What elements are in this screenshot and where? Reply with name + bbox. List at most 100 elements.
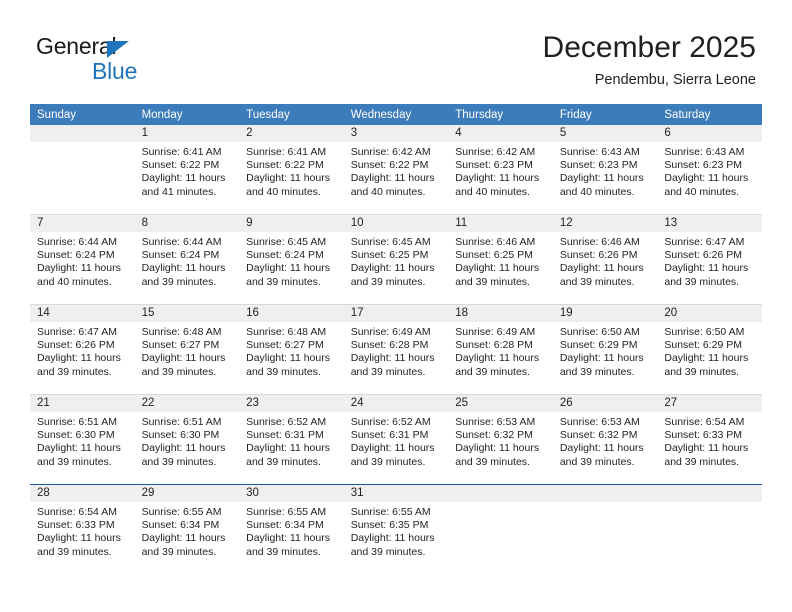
daylight-line-2: and 39 minutes. <box>664 275 740 288</box>
calendar-day-cell[interactable]: 18 Sunrise: 6:49 AM Sunset: 6:28 PM Dayligh… <box>448 304 553 395</box>
daylight-line-2: and 39 minutes. <box>37 545 112 558</box>
sunrise-line: Sunrise: 6:53 AM <box>559 416 640 428</box>
calendar-day-cell[interactable]: 16 Sunrise: 6:48 AM Sunset: 6:27 PM Dayligh… <box>239 304 344 395</box>
sunrise-sunset-calendar: Sunday Monday Tuesday Wednesday Thursday Frid… <box>30 104 762 574</box>
day-details: Sunrise: 6:45 AM Sunset: 6:25 PM Daylight:… <box>344 232 449 289</box>
sunset-line: Sunset: 6:25 PM <box>455 249 533 262</box>
day-cell-inner: 19 Sunrise: 6:50 AM Sunset: 6:29 PM Dayligh… <box>552 305 658 394</box>
calendar-day-cell[interactable]: 1 Sunrise: 6:41 AM Sunset: 6:22 PM Daylight… <box>134 125 240 215</box>
daylight-line-1: Daylight: 11 hours <box>664 352 749 365</box>
daylight-line-2: and 39 minutes. <box>141 275 217 288</box>
sunrise-line: Sunrise: 6:52 AM <box>246 416 327 428</box>
calendar-day-cell[interactable]: 13 Sunrise: 6:47 AM Sunset: 6:26 PM Dayligh… <box>657 214 762 305</box>
calendar-day-cell[interactable]: 22 Sunrise: 6:51 AM Sunset: 6:30 PM Dayligh… <box>134 394 240 485</box>
calendar-day-cell[interactable]: 7 Sunrise: 6:44 AM Sunset: 6:24 PM Daylight… <box>30 214 135 305</box>
daylight-line-1: Daylight: 11 hours <box>37 442 121 455</box>
calendar-day-cell[interactable]: 6 Sunrise: 6:43 AM Sunset: 6:23 PM Daylight… <box>657 125 762 215</box>
sunset-line: Sunset: 6:26 PM <box>559 249 638 262</box>
day-details: Sunrise: 6:47 AM Sunset: 6:26 PM Daylight:… <box>657 232 762 289</box>
calendar-day-cell[interactable]: 10 Sunrise: 6:45 AM Sunset: 6:25 PM Dayligh… <box>343 214 449 305</box>
sunrise-line: Sunrise: 6:52 AM <box>350 416 431 428</box>
calendar-day-cell[interactable]: 24 Sunrise: 6:52 AM Sunset: 6:31 PM Dayligh… <box>343 394 449 485</box>
day-cell-inner: 13 Sunrise: 6:47 AM Sunset: 6:26 PM Dayligh… <box>657 215 762 304</box>
daylight-line-1: Daylight: 11 hours <box>455 352 540 365</box>
weekday-header-thursday: Thursday <box>448 104 553 125</box>
day-number: 31 <box>343 485 449 502</box>
day-cell-inner: 24 Sunrise: 6:52 AM Sunset: 6:31 PM Dayligh… <box>343 395 449 484</box>
calendar-day-cell[interactable]: 15 Sunrise: 6:48 AM Sunset: 6:27 PM Dayligh… <box>134 304 240 395</box>
calendar-day-cell[interactable]: 14 Sunrise: 6:47 AM Sunset: 6:26 PM Dayligh… <box>30 304 135 395</box>
daylight-line-2: and 39 minutes. <box>141 455 217 468</box>
calendar-day-cell[interactable]: 28 Sunrise: 6:54 AM Sunset: 6:33 PM Dayligh… <box>30 484 135 574</box>
calendar-day-cell[interactable]: 26 Sunrise: 6:53 AM Sunset: 6:32 PM Dayligh… <box>552 394 658 485</box>
calendar-day-cell[interactable]: 31 Sunrise: 6:55 AM Sunset: 6:35 PM Dayligh… <box>343 484 449 574</box>
day-number <box>657 485 762 502</box>
logo-text-blue: Blue <box>92 58 138 84</box>
daylight-line-2: and 39 minutes. <box>246 545 321 558</box>
day-cell-inner: 7 Sunrise: 6:44 AM Sunset: 6:24 PM Daylight… <box>30 215 135 304</box>
day-cell-inner <box>552 485 658 574</box>
day-details: Sunrise: 6:43 AM Sunset: 6:23 PM Daylight:… <box>553 142 658 199</box>
calendar-day-cell[interactable]: 20 Sunrise: 6:50 AM Sunset: 6:29 PM Dayligh… <box>657 304 762 395</box>
calendar-day-cell[interactable]: 23 Sunrise: 6:52 AM Sunset: 6:31 PM Dayligh… <box>239 394 344 485</box>
sunset-line: Sunset: 6:27 PM <box>141 339 220 352</box>
calendar-header-row: Sunday Monday Tuesday Wednesday Thursday Frid… <box>30 104 762 125</box>
weekday-header-friday: Friday <box>552 104 658 125</box>
daylight-line-1: Daylight: 11 hours <box>455 442 540 455</box>
daylight-line-1: Daylight: 11 hours <box>664 442 749 455</box>
day-number: 21 <box>30 395 135 412</box>
calendar-day-cell-empty <box>30 125 135 215</box>
sunrise-line: Sunrise: 6:48 AM <box>246 326 327 338</box>
calendar-week-row: 21 Sunrise: 6:51 AM Sunset: 6:30 PM Dayligh… <box>30 394 762 485</box>
daylight-line-1: Daylight: 11 hours <box>37 262 121 275</box>
day-cell-inner: 12 Sunrise: 6:46 AM Sunset: 6:26 PM Dayligh… <box>552 215 658 304</box>
calendar-day-cell[interactable]: 4 Sunrise: 6:42 AM Sunset: 6:23 PM Daylight… <box>448 125 553 215</box>
calendar-day-cell[interactable]: 11 Sunrise: 6:46 AM Sunset: 6:25 PM Dayligh… <box>448 214 553 305</box>
calendar-day-cell[interactable]: 3 Sunrise: 6:42 AM Sunset: 6:22 PM Daylight… <box>343 125 449 215</box>
calendar-day-cell[interactable]: 5 Sunrise: 6:43 AM Sunset: 6:23 PM Daylight… <box>552 125 658 215</box>
day-cell-inner: 5 Sunrise: 6:43 AM Sunset: 6:23 PM Daylight… <box>552 125 658 214</box>
day-cell-inner: 11 Sunrise: 6:46 AM Sunset: 6:25 PM Dayligh… <box>448 215 553 304</box>
daylight-line-1: Daylight: 11 hours <box>141 532 226 545</box>
calendar-week-row: 7 Sunrise: 6:44 AM Sunset: 6:24 PM Daylight… <box>30 214 762 305</box>
calendar-day-cell[interactable]: 21 Sunrise: 6:51 AM Sunset: 6:30 PM Dayligh… <box>30 394 135 485</box>
calendar-day-cell[interactable]: 2 Sunrise: 6:41 AM Sunset: 6:22 PM Daylight… <box>239 125 344 215</box>
day-number: 25 <box>448 395 553 412</box>
sunset-line: Sunset: 6:29 PM <box>559 339 638 352</box>
day-cell-inner: 28 Sunrise: 6:54 AM Sunset: 6:33 PM Dayligh… <box>30 485 135 574</box>
day-number: 6 <box>657 125 762 142</box>
day-cell-inner: 18 Sunrise: 6:49 AM Sunset: 6:28 PM Dayligh… <box>448 305 553 394</box>
sunrise-line: Sunrise: 6:46 AM <box>455 236 536 248</box>
calendar-day-cell[interactable]: 9 Sunrise: 6:45 AM Sunset: 6:24 PM Daylight… <box>239 214 344 305</box>
daylight-line-2: and 39 minutes. <box>37 455 112 468</box>
calendar-day-cell[interactable]: 17 Sunrise: 6:49 AM Sunset: 6:28 PM Dayligh… <box>343 304 449 395</box>
sunrise-line: Sunrise: 6:43 AM <box>559 146 640 158</box>
calendar-day-cell[interactable]: 12 Sunrise: 6:46 AM Sunset: 6:26 PM Dayligh… <box>552 214 658 305</box>
calendar-day-cell[interactable]: 25 Sunrise: 6:53 AM Sunset: 6:32 PM Dayligh… <box>448 394 553 485</box>
calendar-week-row: 1 Sunrise: 6:41 AM Sunset: 6:22 PM Daylight… <box>30 125 762 215</box>
sunrise-line: Sunrise: 6:41 AM <box>246 146 327 158</box>
calendar-day-cell[interactable]: 19 Sunrise: 6:50 AM Sunset: 6:29 PM Dayligh… <box>552 304 658 395</box>
sunrise-line: Sunrise: 6:54 AM <box>664 416 745 428</box>
daylight-line-2: and 39 minutes. <box>350 275 426 288</box>
calendar-day-cell[interactable]: 30 Sunrise: 6:55 AM Sunset: 6:34 PM Dayligh… <box>239 484 344 574</box>
day-cell-inner: 22 Sunrise: 6:51 AM Sunset: 6:30 PM Dayligh… <box>134 395 240 484</box>
general-blue-logo[interactable]: General Blue <box>36 33 216 85</box>
title-block: December 2025 Pendembu, Sierra Leone <box>543 30 756 91</box>
sunset-line: Sunset: 6:23 PM <box>664 159 743 172</box>
calendar-week-row: 28 Sunrise: 6:54 AM Sunset: 6:33 PM Dayligh… <box>30 484 762 574</box>
calendar-day-cell-empty <box>448 484 553 574</box>
day-number: 26 <box>552 395 658 412</box>
sunset-line: Sunset: 6:29 PM <box>664 339 743 352</box>
sunset-line: Sunset: 6:28 PM <box>350 339 429 352</box>
calendar-day-cell[interactable]: 29 Sunrise: 6:55 AM Sunset: 6:34 PM Dayligh… <box>134 484 240 574</box>
sunset-line: Sunset: 6:31 PM <box>350 429 429 442</box>
sunset-line: Sunset: 6:30 PM <box>141 429 220 442</box>
calendar-day-cell-empty <box>552 484 658 574</box>
calendar-day-cell[interactable]: 8 Sunrise: 6:44 AM Sunset: 6:24 PM Daylight… <box>134 214 240 305</box>
calendar-day-cell[interactable]: 27 Sunrise: 6:54 AM Sunset: 6:33 PM Dayligh… <box>657 394 762 485</box>
daylight-line-2: and 39 minutes. <box>664 365 740 378</box>
weekday-header-wednesday: Wednesday <box>343 104 449 125</box>
day-cell-inner <box>657 485 762 574</box>
sunset-line: Sunset: 6:24 PM <box>246 249 324 262</box>
